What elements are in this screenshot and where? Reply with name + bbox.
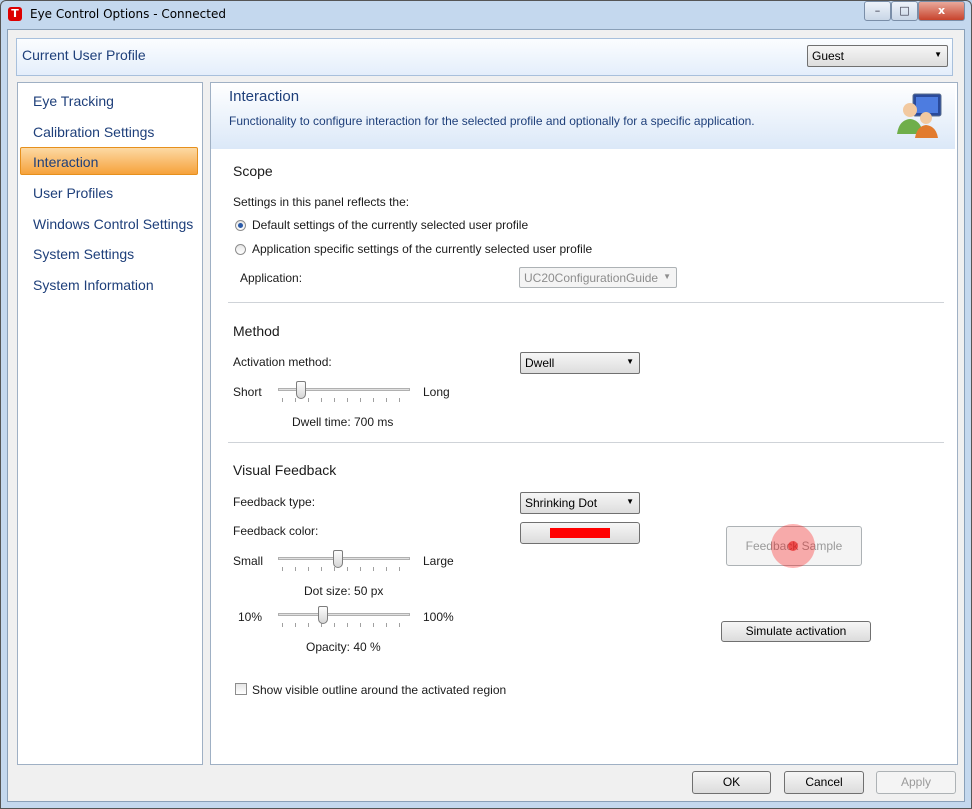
apply-button[interactable]: Apply (876, 771, 956, 794)
dot-size-value: Dot size: 50 px (304, 584, 384, 598)
visual-feedback-title: Visual Feedback (233, 462, 337, 478)
application-select-value: UC20ConfigurationGuide (524, 271, 659, 285)
application-label: Application: (240, 271, 303, 285)
dwell-time-slider[interactable] (278, 381, 410, 405)
profile-label: Current User Profile (22, 47, 146, 63)
page-description: Functionality to configure interaction f… (229, 114, 755, 128)
feedback-type-value: Shrinking Dot (525, 496, 598, 510)
method-title: Method (233, 323, 280, 339)
slider-thumb[interactable] (333, 550, 343, 568)
scope-intro: Settings in this panel reflects the: (233, 195, 410, 209)
outline-checkbox-label[interactable]: Show visible outline around the activate… (252, 683, 506, 697)
chevron-down-icon: ▼ (934, 50, 942, 59)
sidebar-item-user-profiles[interactable]: User Profiles (33, 185, 113, 201)
users-monitor-icon (897, 93, 942, 138)
radio-application-settings-label[interactable]: Application specific settings of the cur… (252, 242, 592, 256)
sidebar-item-interaction[interactable]: Interaction (33, 154, 98, 170)
sidebar-item-calibration-settings[interactable]: Calibration Settings (33, 124, 154, 140)
slider-thumb[interactable] (296, 381, 306, 399)
application-select[interactable]: UC20ConfigurationGuide ▼ (519, 267, 677, 288)
scope-title: Scope (233, 163, 273, 179)
close-button[interactable]: x (918, 1, 965, 21)
window-title: Eye Control Options - Connected (30, 7, 226, 21)
slider-track (278, 613, 410, 616)
feedback-type-label: Feedback type: (233, 495, 316, 509)
radio-application-settings[interactable] (235, 244, 246, 255)
slider-thumb[interactable] (318, 606, 328, 624)
slider-track (278, 557, 410, 560)
ok-button[interactable]: OK (692, 771, 771, 794)
sidebar-item-system-settings[interactable]: System Settings (33, 246, 134, 262)
sidebar-item-eye-tracking[interactable]: Eye Tracking (33, 93, 114, 109)
activation-method-label: Activation method: (233, 355, 332, 369)
profile-select[interactable]: Guest ▼ (807, 45, 948, 67)
dwell-time-value: Dwell time: 700 ms (292, 415, 394, 429)
chevron-down-icon: ▼ (626, 357, 634, 366)
sidebar-item-windows-control-settings[interactable]: Windows Control Settings (33, 216, 193, 232)
profile-select-value: Guest (812, 49, 845, 63)
minimize-button[interactable]: – (864, 1, 891, 21)
page-title: Interaction (229, 88, 300, 105)
title-bar[interactable]: T Eye Control Options - Connected – □ x (0, 0, 970, 28)
maximize-button[interactable]: □ (891, 1, 918, 21)
cancel-button[interactable]: Cancel (784, 771, 864, 794)
section-divider (228, 442, 944, 443)
feedback-type-select[interactable]: Shrinking Dot ▼ (520, 492, 640, 514)
slider-ticks (282, 623, 406, 627)
dwell-min-label: Short (233, 385, 262, 399)
color-swatch (550, 528, 610, 538)
activation-method-select[interactable]: Dwell ▼ (520, 352, 640, 374)
sidebar-item-system-information[interactable]: System Information (33, 277, 154, 293)
opacity-value: Opacity: 40 % (306, 640, 381, 654)
dot-size-min-label: Small (233, 554, 264, 568)
feedback-color-button[interactable] (520, 522, 640, 544)
section-divider (228, 302, 944, 303)
radio-default-settings[interactable] (235, 220, 246, 231)
feedback-color-label: Feedback color: (233, 524, 319, 538)
dwell-max-label: Long (423, 385, 450, 399)
feedback-dot-preview (771, 524, 815, 568)
radio-default-settings-label[interactable]: Default settings of the currently select… (252, 218, 528, 232)
dot-size-max-label: Large (423, 554, 454, 568)
app-icon: T (8, 7, 22, 21)
opacity-slider[interactable] (278, 606, 410, 630)
simulate-activation-button[interactable]: Simulate activation (721, 621, 871, 642)
opacity-max-label: 100% (423, 610, 454, 624)
chevron-down-icon: ▼ (663, 272, 671, 281)
opacity-min-label: 10% (238, 610, 263, 624)
outline-checkbox[interactable] (235, 683, 247, 695)
dot-size-slider[interactable] (278, 550, 410, 574)
activation-method-value: Dwell (525, 356, 555, 370)
slider-ticks (282, 567, 406, 571)
chevron-down-icon: ▼ (626, 497, 634, 506)
